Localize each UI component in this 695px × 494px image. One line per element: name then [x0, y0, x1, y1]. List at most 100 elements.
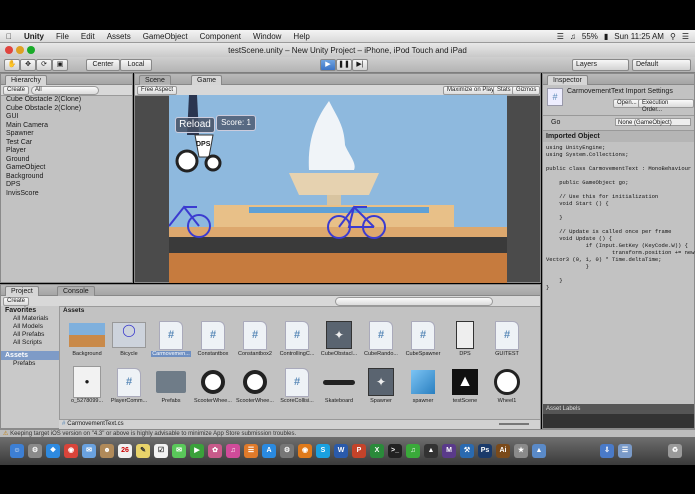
- notes-icon[interactable]: ✎: [136, 444, 150, 458]
- asset-item[interactable]: ✦ CubeObstacl...: [319, 321, 359, 357]
- app-store-icon[interactable]: A: [262, 444, 276, 458]
- asset-item[interactable]: ● o_5278099...: [67, 366, 107, 404]
- favorites-header[interactable]: Favorites: [1, 306, 59, 315]
- asset-item[interactable]: # PlayerComm...: [109, 367, 149, 404]
- play-button[interactable]: ▶: [320, 59, 336, 71]
- favorite-item[interactable]: All Prefabs: [1, 331, 59, 339]
- reminders-icon[interactable]: ☑: [154, 444, 168, 458]
- photoshop-icon[interactable]: Ps: [478, 444, 492, 458]
- terminal-icon[interactable]: >_: [388, 444, 402, 458]
- tab-console[interactable]: Console: [57, 286, 95, 296]
- menu-unity[interactable]: Unity: [18, 32, 50, 41]
- mail-icon[interactable]: ✉: [82, 444, 96, 458]
- folder-item[interactable]: Prefabs: [1, 360, 59, 368]
- ibooks-icon[interactable]: ☰: [244, 444, 258, 458]
- open-button[interactable]: Open...: [613, 99, 641, 108]
- pause-button[interactable]: ❚❚: [336, 59, 352, 71]
- xcode-icon[interactable]: ⚒: [460, 444, 474, 458]
- asset-item[interactable]: ScooterWhee...: [193, 368, 233, 404]
- tab-hierarchy[interactable]: Hierarchy: [5, 75, 47, 85]
- hierarchy-item[interactable]: GUI: [1, 113, 132, 122]
- hierarchy-item[interactable]: InvisScore: [1, 190, 132, 199]
- hierarchy-create-button[interactable]: Create: [3, 86, 30, 95]
- asset-item[interactable]: # GUITEST: [487, 320, 527, 357]
- itunes-icon[interactable]: ♫: [226, 444, 240, 458]
- asset-item[interactable]: # ControllingC...: [277, 320, 317, 357]
- list-icon[interactable]: ☰: [682, 32, 689, 41]
- asset-item[interactable]: ScooterWhee...: [235, 368, 275, 404]
- hierarchy-item[interactable]: GameObject: [1, 164, 132, 173]
- thumbnail-size-slider[interactable]: [499, 423, 529, 425]
- game-viewport[interactable]: Reload Score: 1 DPS: [169, 95, 507, 283]
- calendar-icon[interactable]: 26: [118, 444, 132, 458]
- tab-inspector[interactable]: Inspector: [547, 75, 588, 85]
- apple-icon[interactable]: : [0, 32, 18, 41]
- battery-percent[interactable]: 55%: [582, 32, 598, 41]
- hierarchy-item[interactable]: Main Camera: [1, 122, 132, 131]
- hierarchy-item[interactable]: Background: [1, 173, 132, 182]
- app-icon[interactable]: ▲: [532, 444, 546, 458]
- go-field-value[interactable]: None (GameObject): [615, 118, 691, 126]
- asset-item[interactable]: ◯ Bicycle: [109, 321, 149, 357]
- gizmos-dropdown[interactable]: Gizmos: [512, 86, 541, 95]
- project-breadcrumb[interactable]: Assets: [63, 307, 84, 314]
- chrome-icon[interactable]: ◉: [64, 444, 78, 458]
- preferences-icon[interactable]: ⚙: [280, 444, 294, 458]
- asset-item[interactable]: # Carmovemen...: [151, 320, 191, 357]
- layers-dropdown[interactable]: Layers: [572, 59, 629, 71]
- asset-item[interactable]: DPS: [445, 321, 485, 357]
- tab-project[interactable]: Project: [5, 286, 39, 296]
- step-button[interactable]: ▶|: [352, 59, 368, 71]
- menu-assets[interactable]: Assets: [101, 32, 137, 41]
- project-search-input[interactable]: [335, 297, 493, 306]
- asset-item[interactable]: # Constantbox2: [235, 320, 275, 357]
- messages-icon[interactable]: ✉: [172, 444, 186, 458]
- illustrator-icon[interactable]: Ai: [496, 444, 510, 458]
- excel-icon[interactable]: X: [370, 444, 384, 458]
- powerpoint-icon[interactable]: P: [352, 444, 366, 458]
- minimize-icon[interactable]: [16, 46, 24, 54]
- asset-item[interactable]: ▲ testScene: [445, 368, 485, 404]
- launchpad-icon[interactable]: ⚙: [28, 444, 42, 458]
- app-icon[interactable]: ★: [514, 444, 528, 458]
- hierarchy-item[interactable]: DPS: [1, 181, 132, 190]
- skype-icon[interactable]: S: [316, 444, 330, 458]
- safari-icon[interactable]: ❖: [46, 444, 60, 458]
- menu-component[interactable]: Component: [194, 32, 247, 41]
- favorite-item[interactable]: All Materials: [1, 315, 59, 323]
- assets-root[interactable]: Assets: [1, 351, 59, 360]
- menu-help[interactable]: Help: [287, 32, 315, 41]
- asset-item[interactable]: # ScoreCollisi...: [277, 367, 317, 404]
- menu-gameobject[interactable]: GameObject: [137, 32, 194, 41]
- downloads-icon[interactable]: ⇩: [600, 444, 614, 458]
- reload-button[interactable]: Reload: [175, 117, 215, 133]
- contacts-icon[interactable]: ☻: [100, 444, 114, 458]
- maximize-on-play-toggle[interactable]: Maximize on Play: [443, 86, 499, 95]
- zoom-icon[interactable]: [27, 46, 35, 54]
- hierarchy-item[interactable]: Cube Obstacle 2(Clone): [1, 96, 132, 105]
- hierarchy-item[interactable]: Ground: [1, 156, 132, 165]
- rotate-tool-icon[interactable]: ⟳: [36, 59, 52, 71]
- asset-item[interactable]: Skateboard: [319, 368, 359, 404]
- menu-window[interactable]: Window: [247, 32, 287, 41]
- local-toggle[interactable]: Local: [120, 59, 152, 71]
- asset-labels-area[interactable]: [543, 414, 694, 428]
- asset-item[interactable]: Wheel1: [487, 368, 527, 404]
- spotlight-icon[interactable]: ⚲: [670, 32, 676, 41]
- scale-tool-icon[interactable]: ▣: [52, 59, 68, 71]
- hierarchy-item[interactable]: Cube Obstacle 2(Clone): [1, 105, 132, 114]
- facetime-icon[interactable]: ▶: [190, 444, 204, 458]
- layout-dropdown[interactable]: Default: [632, 59, 691, 71]
- tab-scene[interactable]: Scene: [139, 75, 171, 85]
- asset-item[interactable]: # CubeSpawner: [403, 320, 443, 357]
- documents-icon[interactable]: ☰: [618, 444, 632, 458]
- close-icon[interactable]: [5, 46, 13, 54]
- hand-tool-icon[interactable]: ✋: [4, 59, 20, 71]
- hierarchy-search-input[interactable]: All: [31, 86, 99, 95]
- asset-item[interactable]: ✦ Spawner: [361, 368, 401, 404]
- finder-icon[interactable]: ☺: [10, 444, 24, 458]
- firefox-icon[interactable]: ◉: [298, 444, 312, 458]
- asset-item[interactable]: # Constantbox: [193, 320, 233, 357]
- clock[interactable]: Sun 11:25 AM: [614, 32, 664, 41]
- center-toggle[interactable]: Center: [86, 59, 120, 71]
